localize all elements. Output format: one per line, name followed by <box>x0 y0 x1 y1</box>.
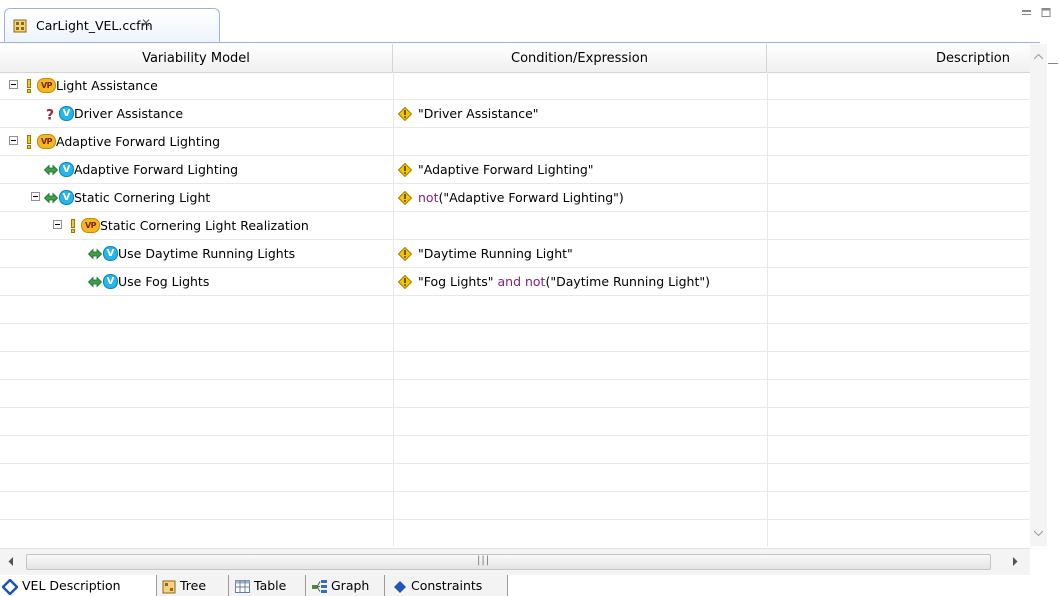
exclamation-icon <box>27 79 31 93</box>
tab-vel-description[interactable]: VEL Description <box>0 575 157 596</box>
table-row <box>0 324 1030 352</box>
tab-tree[interactable]: Tree <box>157 575 229 596</box>
tab-graph[interactable]: Graph <box>306 575 385 596</box>
tab-label: Table <box>254 578 287 593</box>
scroll-right-icon[interactable] <box>1012 557 1018 566</box>
collapse-toggle-icon[interactable] <box>9 136 18 145</box>
element-name: Static Cornering Light <box>74 190 211 205</box>
warning-icon <box>398 107 412 121</box>
table-row[interactable]: VP Adaptive Forward Lighting <box>0 128 1030 156</box>
bidirectional-arrow-icon <box>88 248 102 260</box>
scroll-up-icon[interactable] <box>1034 54 1043 60</box>
minimize-icon[interactable] <box>1021 8 1032 17</box>
table-row[interactable]: VP Light Assistance <box>0 72 1030 100</box>
question-icon: ? <box>46 108 54 122</box>
table-row[interactable]: V Use Daytime Running Lights "Daytime Runn… <box>0 240 1030 268</box>
exclamation-icon <box>71 219 75 233</box>
svg-text:?: ? <box>46 108 54 122</box>
expression-text: "Daytime Running Light" <box>418 246 573 261</box>
horizontal-scroll-thumb[interactable]: ||| <box>26 554 991 570</box>
table-row <box>0 352 1030 380</box>
condition-expression: "Adaptive Forward Lighting" <box>418 156 594 183</box>
condition-expression: "Fog Lights" and not("Daytime Running Li… <box>418 268 710 295</box>
element-name: Static Cornering Light Realization <box>100 218 309 233</box>
editor-tab[interactable]: CarLight_VEL.ccfm ✕ <box>4 8 220 43</box>
vertical-scrollbar[interactable] <box>1030 44 1047 546</box>
diamond-outline-icon <box>2 578 18 595</box>
element-name: Adaptive Forward Lighting <box>56 134 221 149</box>
table-row[interactable]: ? V Driver Assistance "Driver Assistance" <box>0 100 1030 128</box>
table-row <box>0 464 1030 492</box>
collapse-toggle-icon[interactable] <box>53 220 62 229</box>
column-header-variability-model[interactable]: Variability Model <box>0 44 393 72</box>
table-row[interactable]: V Use Fog Lights "Fog Lights" and not("Day… <box>0 268 1030 296</box>
warning-icon <box>398 191 412 205</box>
table-row <box>0 408 1030 436</box>
graph-icon <box>312 580 327 593</box>
warning-icon <box>398 275 412 289</box>
element-name: Light Assistance <box>56 78 158 93</box>
bidirectional-arrow-icon <box>88 276 102 288</box>
element-name: Driver Assistance <box>74 106 184 121</box>
warning-icon <box>398 163 412 177</box>
expression-text: "Fog Lights" <box>418 274 498 289</box>
variation-point-icon: VP <box>37 78 56 93</box>
variant-icon: V <box>103 274 118 289</box>
scroll-left-icon[interactable] <box>8 557 14 566</box>
table-row <box>0 492 1030 520</box>
variant-icon: V <box>59 162 74 177</box>
condition-expression: "Driver Assistance" <box>418 100 539 127</box>
tab-label: VEL Description <box>22 578 121 593</box>
model-file-icon <box>13 19 27 33</box>
tab-label: Constraints <box>411 578 483 593</box>
expression-text: "Adaptive Forward Lighting" <box>418 162 594 177</box>
table-row[interactable]: VP Static Cornering Light Realization <box>0 212 1030 240</box>
table-header: Variability Model Condition/Expression D… <box>0 44 1030 73</box>
tab-table[interactable]: Table <box>229 575 306 596</box>
variation-point-icon: VP <box>81 218 100 233</box>
table-row[interactable]: V Adaptive Forward Lighting "Adaptive Forw… <box>0 156 1030 184</box>
editor-tab-bar: CarLight_VEL.ccfm ✕ <box>0 0 1059 43</box>
table-icon <box>235 580 250 593</box>
element-name: Use Fog Lights <box>118 274 210 289</box>
collapse-toggle-icon[interactable] <box>9 80 18 89</box>
variability-table: Variability Model Condition/Expression D… <box>0 44 1030 546</box>
constraints-diamond-icon <box>394 580 406 593</box>
close-icon[interactable]: ✕ <box>141 16 151 30</box>
element-name: Adaptive Forward Lighting <box>74 162 239 177</box>
exclamation-icon <box>27 135 31 149</box>
table-row <box>0 380 1030 408</box>
table-row <box>0 296 1030 324</box>
warning-icon <box>398 247 412 261</box>
variant-icon: V <box>59 106 74 121</box>
variant-icon: V <box>103 246 118 261</box>
expression-text: "Driver Assistance" <box>418 106 539 121</box>
horizontal-scrollbar[interactable]: ||| <box>0 548 1030 576</box>
tab-label: Graph <box>331 578 370 593</box>
expression-keyword: and not <box>497 274 546 289</box>
column-header-condition[interactable]: Condition/Expression <box>393 44 767 72</box>
variant-icon: V <box>59 190 74 205</box>
tree-icon <box>162 580 176 593</box>
maximize-icon[interactable] <box>1041 8 1052 17</box>
table-row[interactable]: V Static Cornering Light not("Adaptive For… <box>0 184 1030 212</box>
column-header-description[interactable]: Description <box>767 44 1030 72</box>
bidirectional-arrow-icon <box>44 164 58 176</box>
tab-label: Tree <box>180 578 207 593</box>
variation-point-icon: VP <box>37 134 56 149</box>
expression-text: ("Daytime Running Light") <box>545 274 710 289</box>
condition-expression: not("Adaptive Forward Lighting") <box>418 184 624 211</box>
tab-constraints[interactable]: Constraints <box>385 575 508 596</box>
editor-tab-title: CarLight_VEL.ccfm <box>36 18 153 33</box>
table-row <box>0 520 1030 546</box>
scroll-down-icon[interactable] <box>1034 530 1043 536</box>
collapse-toggle-icon[interactable] <box>31 192 40 201</box>
element-name: Use Daytime Running Lights <box>118 246 296 261</box>
bidirectional-arrow-icon <box>44 192 58 204</box>
table-row <box>0 436 1030 464</box>
condition-expression: "Daytime Running Light" <box>418 240 573 267</box>
expression-text: ("Adaptive Forward Lighting") <box>438 190 624 205</box>
view-tabs: VEL Description Tree Table Graph Constra… <box>0 575 1059 596</box>
expression-keyword: not <box>418 190 439 205</box>
